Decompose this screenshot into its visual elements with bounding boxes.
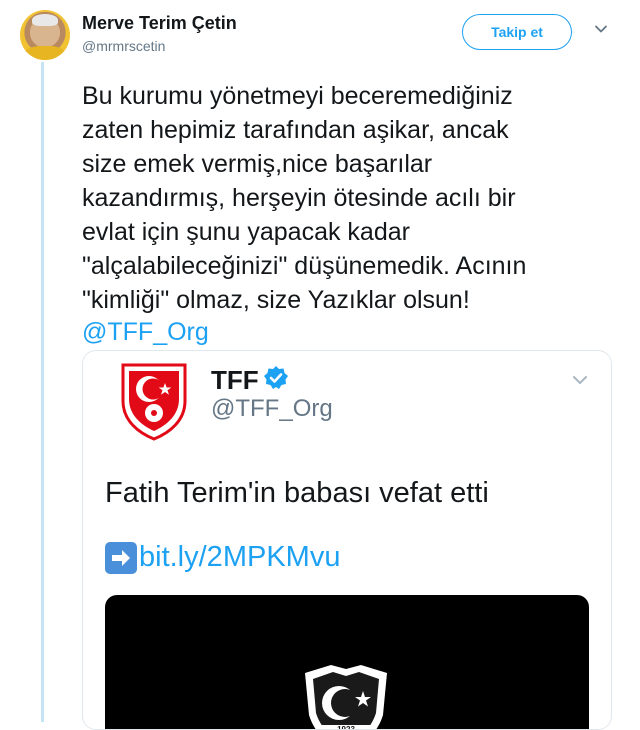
media-logo-year: 1923 (337, 725, 355, 730)
author-avatar[interactable] (20, 10, 70, 60)
tweet-text: Bu kurumu yönetmeyi beceremediğiniz zate… (82, 82, 527, 314)
author-display-name[interactable]: Merve Terim Çetin (82, 13, 237, 34)
quoted-chevron-down-icon[interactable] (571, 371, 589, 389)
quoted-link-text[interactable]: bit.ly/2MPKMvu (139, 541, 340, 574)
quoted-media-image[interactable]: 1923 (105, 595, 589, 730)
tff-crest-icon[interactable] (117, 361, 191, 441)
quoted-display-name[interactable]: TFF (211, 365, 259, 396)
quoted-tweet-card[interactable]: TFF @TFF_Org Fatih Terim'in babası vefat… (82, 350, 612, 730)
right-arrow-icon (105, 541, 137, 574)
quoted-tweet-text: Fatih Terim'in babası vefat etti (105, 477, 489, 509)
thread-line (41, 62, 44, 722)
verified-badge-icon (263, 365, 289, 391)
author-handle[interactable]: @mrmrscetin (82, 38, 165, 54)
tweet-mention-link[interactable]: @TFF_Org (82, 317, 209, 347)
quoted-tweet-link[interactable]: bit.ly/2MPKMvu (105, 541, 340, 574)
chevron-down-icon[interactable] (594, 22, 608, 36)
besiktas-crest-icon: 1923 (291, 655, 401, 730)
quoted-handle[interactable]: @TFF_Org (211, 395, 333, 423)
follow-button[interactable]: Takip et (462, 14, 572, 50)
